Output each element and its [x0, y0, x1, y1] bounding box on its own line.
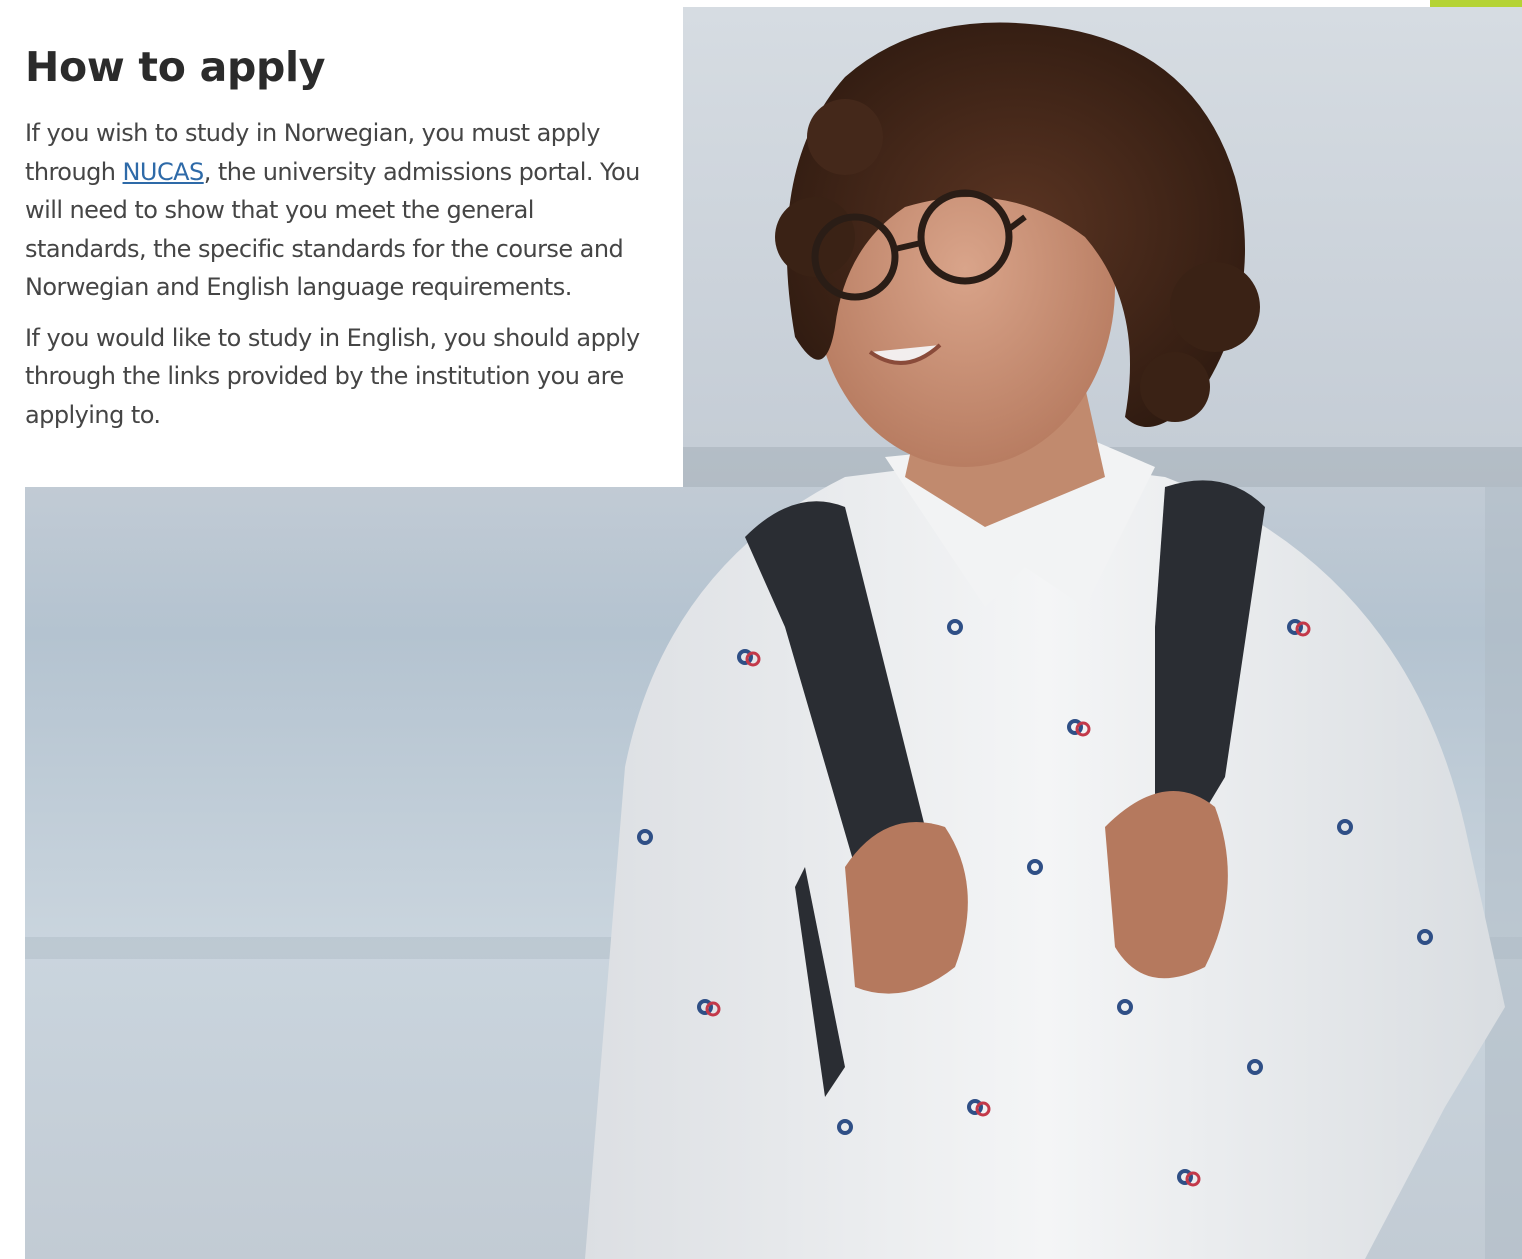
paragraph-english: If you would like to study in English, y…: [25, 323, 640, 429]
how-to-apply-panel: How to apply If you wish to study in Nor…: [0, 0, 683, 487]
section-heading: How to apply: [25, 43, 326, 91]
paragraph-norwegian: If you wish to study in Norwegian, you m…: [25, 114, 655, 307]
corner-accent-bar: [1430, 0, 1522, 7]
nucas-link[interactable]: NUCAS: [123, 158, 205, 186]
